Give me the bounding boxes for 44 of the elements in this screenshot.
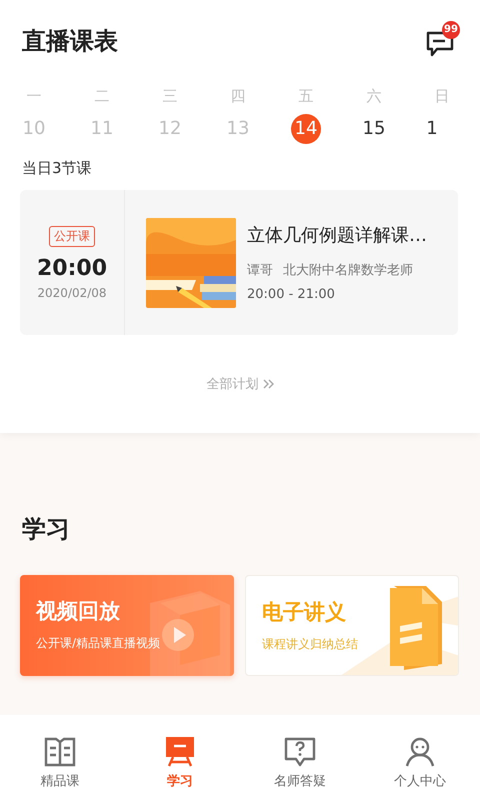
weekday-label: 二 [94,86,110,106]
teacher-title: 北大附中名牌数学老师 [283,262,413,279]
weekday-label: 日 [434,86,450,106]
question-bubble-icon [284,737,316,767]
tab-item[interactable]: 学习 [120,715,240,800]
double-chevron-icon [262,379,274,389]
lesson-time: 20:00 [36,256,108,280]
lesson-card[interactable]: 公开课 20:00 2020/02/08 立体几何例题详解课… 谭哥 北大附中名牌数学老师 20:00 - 21:00 [20,190,458,335]
person-icon [404,737,436,767]
card-title: 电子讲义 [262,599,347,626]
teacher-name: 谭哥 [247,262,273,279]
message-button[interactable]: 99 [424,23,460,59]
weekday-label: 六 [366,86,382,106]
date-item[interactable]: 12 [155,114,185,144]
card-subtitle: 课程讲义归纳总结 [262,636,359,653]
handout-card[interactable]: 电子讲义 课程讲义归纳总结 [245,575,459,676]
date-item[interactable]: 13 [223,114,253,144]
date-item[interactable]: 11 [87,114,117,144]
date-item[interactable]: 1 [426,114,438,144]
lesson-title: 立体几何例题详解课… [247,224,428,247]
video-replay-card[interactable]: 视频回放 公开课/精品课直播视频 [20,575,234,676]
easel-icon [164,737,196,767]
all-plans-link[interactable]: 全部计划 [0,375,480,393]
weekday-label: 三 [162,86,178,106]
weekday-label: 四 [230,86,246,106]
section-title: 学习 [22,514,71,545]
weekday-label: 一 [26,86,42,106]
chat-icon [426,31,454,57]
weekday-label: 五 [298,86,314,106]
card-title: 视频回放 [36,598,121,625]
tab-item[interactable]: 个人中心 [360,715,480,800]
lesson-date: 2020/02/08 [37,286,107,300]
tab-item[interactable]: 精品课 [0,715,120,800]
notification-badge: 99 [442,21,460,39]
page-title: 直播课表 [22,26,118,57]
lesson-period: 20:00 - 21:00 [247,287,336,302]
book-icon [44,737,76,767]
lesson-count: 当日3节课 [22,159,93,178]
date-item[interactable]: 15 [359,114,389,144]
date-item[interactable]: 14 [291,114,321,144]
date-item[interactable]: 10 [19,114,49,144]
card-subtitle: 公开课/精品课直播视频 [36,635,162,652]
tab-item[interactable]: 名师答疑 [240,715,360,800]
course-tag: 公开课 [49,226,95,246]
